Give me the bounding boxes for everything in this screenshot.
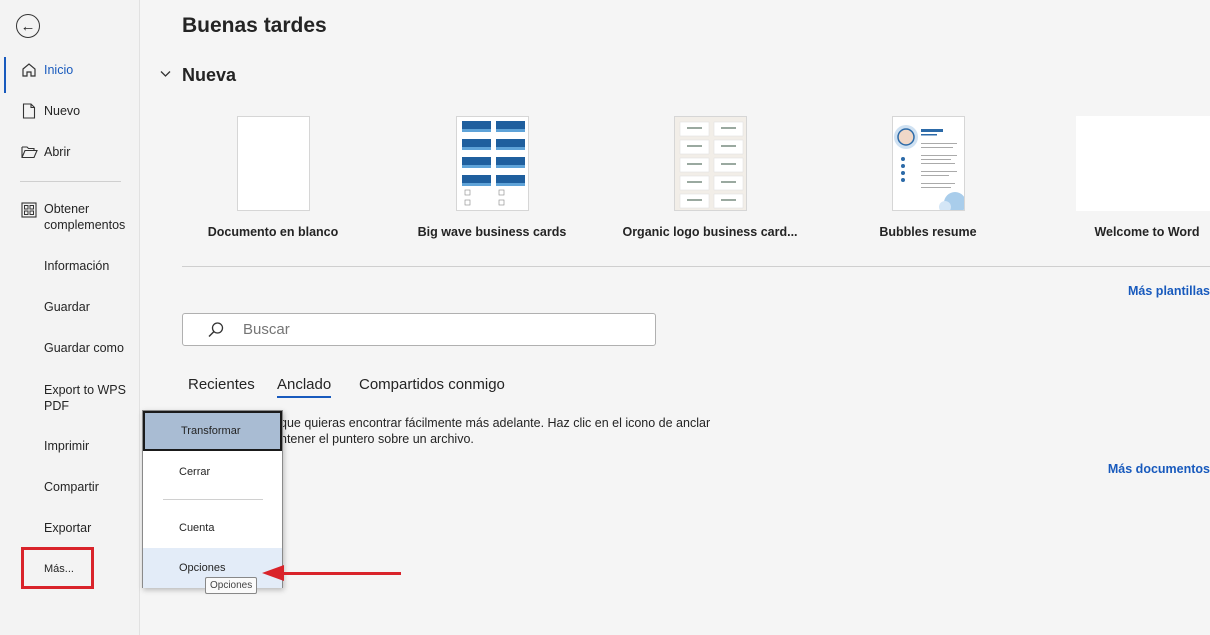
template-bubbles-resume[interactable]: Bubbles resume	[833, 116, 1023, 239]
home-icon	[20, 61, 38, 79]
template-name: Organic logo business card...	[622, 225, 798, 239]
template-thumbnail	[236, 116, 310, 211]
template-thumbnail	[455, 116, 529, 211]
more-templates-link[interactable]: Más plantillas	[1128, 284, 1210, 298]
template-welcome-to-word[interactable]: Welcome to Word	[1052, 116, 1210, 239]
tooltip: Opciones	[205, 577, 258, 594]
sidebar-divider	[20, 181, 121, 182]
sidebar-item-exportar[interactable]: Exportar	[0, 509, 140, 547]
sidebar-item-guardar[interactable]: Guardar	[0, 288, 140, 326]
template-blank-document[interactable]: Documento en blanco	[178, 116, 368, 239]
template-name: Welcome to Word	[1094, 225, 1200, 239]
more-options-menu: Transformar Cerrar Cuenta Opciones	[142, 410, 283, 588]
tab-anclado[interactable]: Anclado	[277, 376, 332, 398]
search-box[interactable]	[182, 313, 656, 346]
search-icon	[207, 321, 225, 344]
pinned-empty-message: que quieras encontrar fácilmente más ade…	[280, 415, 710, 447]
sidebar-item-label: Export to WPS PDF	[44, 383, 126, 413]
sidebar-item-compartir[interactable]: Compartir	[0, 468, 140, 506]
sidebar-item-label: Guardar	[44, 300, 90, 314]
template-name: Bubbles resume	[879, 225, 977, 239]
more-documents-link[interactable]: Más documentos	[1108, 462, 1210, 476]
sidebar-item-guardar-como[interactable]: Guardar como	[0, 329, 140, 367]
menu-item-cerrar[interactable]: Cerrar	[143, 452, 282, 492]
main-content: Buenas tardes Nueva Documento en blanco	[142, 0, 1210, 635]
search-input[interactable]	[243, 321, 623, 338]
menu-separator	[163, 499, 263, 500]
sidebar-item-informacion[interactable]: Información	[0, 247, 140, 285]
sidebar-item-label: Guardar como	[44, 341, 124, 355]
sidebar-item-obtener-complementos[interactable]: Obtener complementos	[0, 201, 140, 245]
folder-open-icon	[20, 143, 38, 161]
sidebar-item-label: Compartir	[44, 480, 99, 494]
template-organic-logo-business-card[interactable]: Organic logo business card...	[615, 116, 805, 239]
sidebar-item-imprimir[interactable]: Imprimir	[0, 427, 140, 465]
pinned-message-line: que quieras encontrar fácilmente más ade…	[280, 416, 711, 430]
template-big-wave-business-cards[interactable]: Big wave business cards	[397, 116, 587, 239]
annotation-arrow-head	[262, 565, 284, 581]
chevron-down-icon[interactable]	[160, 66, 171, 81]
sidebar-item-label: Obtener complementos	[44, 202, 126, 232]
sidebar-item-label: Información	[44, 259, 110, 273]
template-thumbnail	[1076, 116, 1210, 211]
menu-item-transformar[interactable]: Transformar	[143, 411, 282, 451]
sidebar-item-label: Nuevo	[44, 104, 81, 118]
new-document-icon	[20, 102, 38, 120]
template-name: Big wave business cards	[417, 225, 567, 239]
sidebar-item-label: Exportar	[44, 521, 92, 535]
annotation-highlight-box	[21, 547, 94, 589]
annotation-arrow-shaft	[283, 572, 401, 575]
section-title-nueva: Nueva	[182, 65, 237, 85]
sidebar-item-inicio[interactable]: Inicio	[0, 51, 140, 93]
template-thumbnail	[891, 116, 965, 211]
sidebar-item-label: Abrir	[44, 145, 71, 159]
sidebar-item-label: Imprimir	[44, 439, 90, 453]
page-title: Buenas tardes	[182, 14, 327, 37]
sidebar-item-label: Inicio	[44, 63, 74, 77]
template-name: Documento en blanco	[207, 225, 339, 239]
template-thumbnail	[673, 116, 747, 211]
tab-compartidos[interactable]: Compartidos conmigo	[359, 376, 505, 393]
sidebar-item-export-wps-pdf[interactable]: Export to WPS PDF	[0, 382, 140, 426]
section-divider	[182, 266, 1210, 267]
sidebar-item-abrir[interactable]: Abrir	[0, 133, 140, 171]
backstage-sidebar: ← Inicio Nuevo Abrir Obtener complemento…	[0, 0, 140, 635]
add-ins-grid-icon	[20, 201, 38, 219]
back-arrow-icon[interactable]: ←	[16, 14, 40, 38]
tab-recientes[interactable]: Recientes	[188, 376, 255, 393]
pinned-message-line: ntener el puntero sobre un archivo.	[280, 432, 474, 446]
menu-item-cuenta[interactable]: Cuenta	[143, 508, 282, 548]
sidebar-item-nuevo[interactable]: Nuevo	[0, 92, 140, 130]
